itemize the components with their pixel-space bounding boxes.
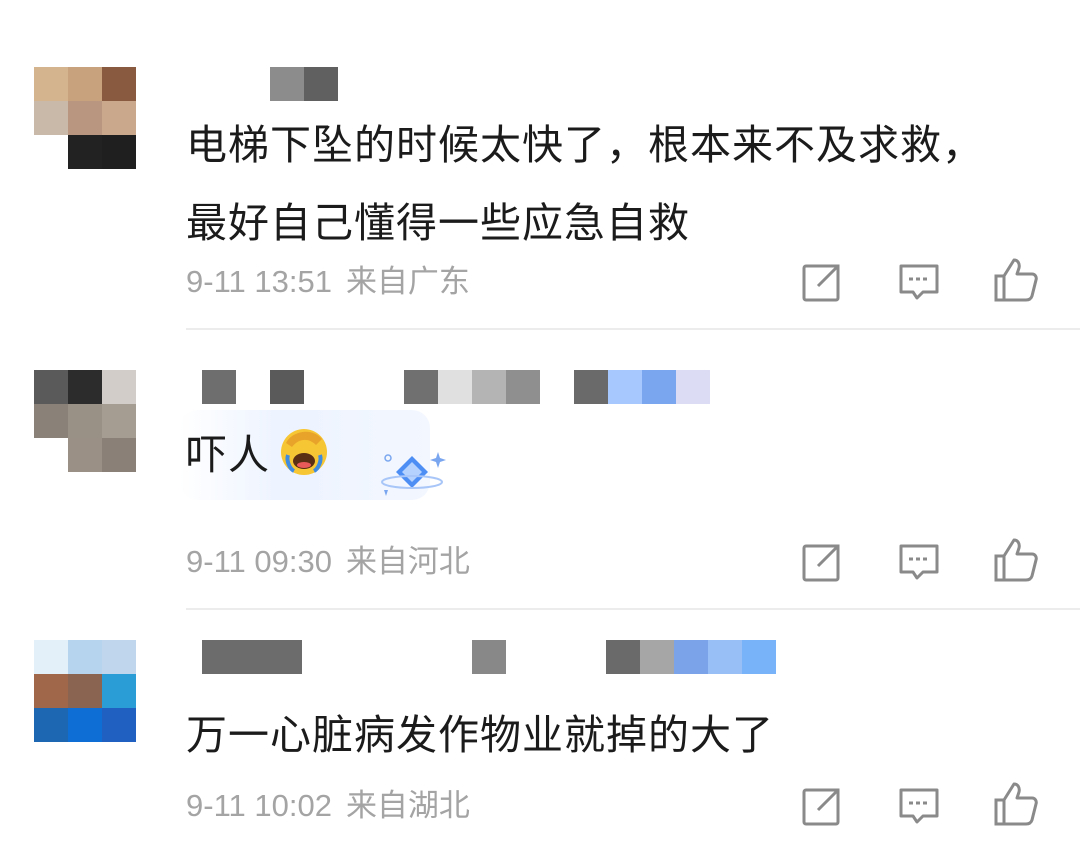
avatar[interactable]: [34, 640, 136, 742]
avatar-pixel: [68, 370, 102, 404]
avatar-pixel: [102, 640, 136, 674]
avatar-pixel: [102, 135, 136, 169]
blurred-block: [640, 640, 674, 674]
like-icon[interactable]: [992, 780, 1040, 828]
avatar-pixel: [68, 101, 102, 135]
face-palm-laugh-emoji: [281, 429, 327, 475]
blurred-block: [676, 370, 710, 404]
avatar-pixel: [34, 674, 68, 708]
avatar-pixel: [102, 404, 136, 438]
comment-location: 来自广东: [345, 264, 470, 299]
username-blurred[interactable]: [186, 370, 746, 404]
diamond-badge-icon: [381, 452, 446, 496]
blurred-block: [270, 370, 304, 404]
comment-time: 9-11 09:30: [186, 544, 332, 579]
comment-location: 来自河北: [345, 544, 470, 579]
comment-time: 9-11 10:02: [186, 788, 332, 823]
avatar-pixel: [68, 640, 102, 674]
avatar-pixel: [102, 67, 136, 101]
comment-time: 9-11 13:51: [186, 264, 332, 299]
avatar-pixel: [68, 438, 102, 472]
avatar-pixel: [68, 708, 102, 742]
reply-icon[interactable]: [895, 258, 943, 306]
avatar-pixel: [68, 135, 102, 169]
avatar-pixel: [34, 67, 68, 101]
like-icon[interactable]: [992, 256, 1040, 304]
blurred-block: [270, 67, 304, 101]
blurred-block: [404, 370, 438, 404]
comment-meta: 9-11 09:30 来自河北: [186, 542, 470, 582]
comment-meta: 9-11 10:02 来自湖北: [186, 786, 470, 826]
avatar-pixel: [102, 370, 136, 404]
comment-item: 万一心脏病发作物业就掉的大了 9-11 10:02 来自湖北: [0, 610, 1080, 846]
comment-meta: 9-11 13:51 来自广东: [186, 262, 470, 302]
comment-item: 电梯下坠的时候太快了，根本来不及求救，最好自己懂得一些应急自救 9-11 13:…: [0, 0, 1080, 330]
blurred-block: [506, 370, 540, 404]
blurred-block: [472, 640, 506, 674]
username-blurred[interactable]: [186, 67, 346, 101]
avatar-pixel: [102, 708, 136, 742]
avatar-pixel: [34, 640, 68, 674]
comment-text-row: 吓人: [186, 416, 1016, 494]
share-icon[interactable]: [798, 538, 846, 586]
avatar-pixel: [102, 438, 136, 472]
username-blurred[interactable]: [186, 640, 786, 674]
avatar[interactable]: [34, 370, 136, 472]
blurred-block: [202, 370, 236, 404]
avatar-pixel: [34, 404, 68, 438]
blurred-block: [304, 67, 338, 101]
share-icon[interactable]: [798, 258, 846, 306]
comment-text: 万一心脏病发作物业就掉的大了: [186, 711, 774, 759]
reply-icon[interactable]: [895, 538, 943, 586]
blurred-block: [642, 370, 676, 404]
avatar-pixel: [68, 674, 102, 708]
like-icon[interactable]: [992, 536, 1040, 584]
avatar[interactable]: [34, 67, 136, 169]
blurred-block: [438, 370, 472, 404]
avatar-pixel: [102, 674, 136, 708]
reply-icon[interactable]: [895, 782, 943, 830]
comment-text: 吓人: [186, 431, 270, 479]
avatar-pixel: [34, 708, 68, 742]
blurred-block: [608, 370, 642, 404]
share-icon[interactable]: [798, 782, 846, 830]
blurred-block: [708, 640, 742, 674]
avatar-pixel: [102, 101, 136, 135]
avatar-pixel: [34, 370, 68, 404]
avatar-pixel: [34, 135, 68, 169]
comment-item: 吓人 9-11 09:30 来自河北: [0, 330, 1080, 610]
comment-location: 来自湖北: [345, 788, 470, 823]
blurred-block: [202, 640, 302, 674]
avatar-pixel: [34, 438, 68, 472]
avatar-pixel: [34, 101, 68, 135]
blurred-block: [742, 640, 776, 674]
blurred-block: [674, 640, 708, 674]
comment-text: 电梯下坠的时候太快了，根本来不及求救，最好自己懂得一些应急自救: [186, 121, 984, 247]
avatar-pixel: [68, 67, 102, 101]
blurred-block: [574, 370, 608, 404]
blurred-block: [606, 640, 640, 674]
avatar-pixel: [68, 404, 102, 438]
blurred-block: [472, 370, 506, 404]
